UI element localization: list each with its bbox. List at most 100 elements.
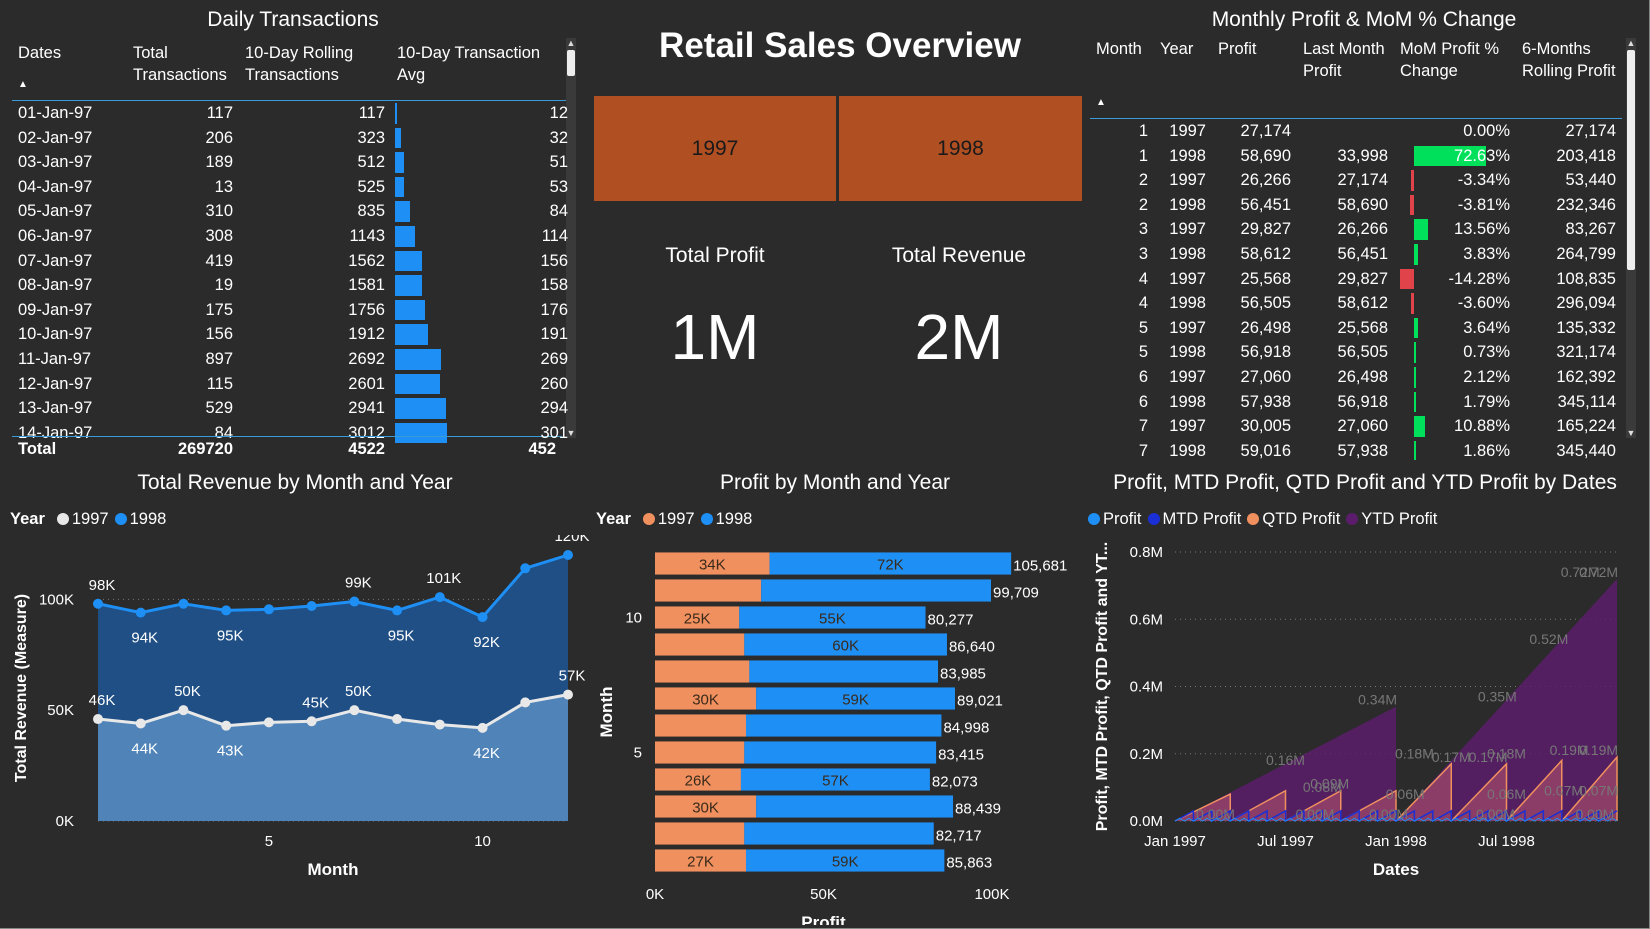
year-slicer-1998[interactable]: 1998 (839, 96, 1082, 201)
data-point (563, 689, 573, 700)
table-cell: 165,224 (1556, 417, 1616, 436)
table-cell: 1562 (348, 251, 385, 270)
total-transactions: 269720 (177, 439, 233, 458)
table-row[interactable]: 02-Jan-97 206 323 32 (12, 126, 574, 151)
data-label: 43K (217, 743, 244, 760)
x-tick-label: Jan 1998 (1365, 833, 1427, 850)
col-total-transactions[interactable]: Total Transactions (127, 38, 239, 101)
table-cell: 12-Jan-97 (18, 374, 93, 393)
scroll-thumb[interactable] (1627, 50, 1635, 270)
table-row[interactable]: 4 1998 56,505 58,612 -3.60% 296,094 (1090, 291, 1622, 316)
legend-label-1997[interactable]: 1997 (658, 510, 695, 528)
year-slicer-1997[interactable]: 1997 (594, 96, 836, 201)
y-axis-title: Profit, MTD Profit, QTD Profit and YT... (1094, 542, 1111, 831)
avg-value: 53 (549, 177, 568, 196)
table-cell: 25,568 (1240, 269, 1291, 288)
scroll-thumb[interactable] (567, 50, 575, 76)
col-10day-avg[interactable]: 10-Day Transaction Avg (391, 38, 574, 101)
table-row[interactable]: 06-Jan-97 308 1143 114 (12, 224, 574, 249)
mom-positive-bar (1414, 391, 1417, 413)
table-row[interactable]: 11-Jan-97 897 2692 269 (12, 347, 574, 372)
scroll-down-icon[interactable]: ▼ (1626, 428, 1636, 438)
segment-label: 59K (832, 854, 859, 871)
table-row[interactable]: 05-Jan-97 310 835 84 (12, 199, 574, 224)
avg-bar-cell: 51 (391, 150, 574, 175)
data-label: 0.07M (1579, 782, 1618, 798)
table-cell: 175 (205, 300, 233, 319)
table-row[interactable]: 09-Jan-97 175 1756 176 (12, 298, 574, 323)
col-profit[interactable]: Profit (1212, 34, 1297, 119)
table-cell: 203,418 (1556, 146, 1616, 165)
table-row[interactable]: 4 1997 25,568 29,827 -14.28% 108,835 (1090, 267, 1622, 292)
table-row[interactable]: 5 1997 26,498 25,568 3.64% 135,332 (1090, 316, 1622, 341)
table-cell: 264,799 (1556, 244, 1616, 263)
table-row[interactable]: 6 1997 27,060 26,498 2.12% 162,392 (1090, 365, 1622, 390)
table-cell: 1998 (1169, 343, 1206, 362)
col-year[interactable]: Year (1154, 34, 1212, 119)
avg-value: 176 (540, 300, 568, 319)
table-row[interactable]: 2 1998 56,451 58,690 -3.81% 232,346 (1090, 193, 1622, 218)
table-row[interactable]: 04-Jan-97 13 525 53 (12, 175, 574, 200)
table-row[interactable]: 03-Jan-97 189 512 51 (12, 150, 574, 175)
table-cell: 232,346 (1556, 195, 1616, 214)
table-row[interactable]: 07-Jan-97 419 1562 156 (12, 249, 574, 274)
dashboard: Daily Transactions Dates ▲ Total Transact… (0, 0, 1650, 929)
table-row[interactable]: 7 1997 30,005 27,060 10.88% 165,224 (1090, 414, 1622, 439)
table-cell: 1998 (1169, 195, 1206, 214)
table-cell: 1997 (1169, 122, 1206, 140)
table-row[interactable]: 01-Jan-97 117 117 12 (12, 101, 574, 126)
legend-dot-mtd (1147, 513, 1160, 525)
segment-label: 30K (692, 800, 719, 817)
scroll-up-icon[interactable]: ▲ (1626, 38, 1636, 48)
monthly-profit-scrollbar[interactable]: ▲ ▼ (1626, 38, 1636, 438)
legend-label-1998[interactable]: 1998 (130, 510, 167, 528)
table-row[interactable]: 1 1997 27,174 0.00% 27,174 (1090, 119, 1622, 144)
table-row[interactable]: 3 1998 58,612 56,451 3.83% 264,799 (1090, 242, 1622, 267)
table-row[interactable]: 7 1998 59,016 57,938 1.86% 345,440 (1090, 439, 1622, 460)
legend-label-profit[interactable]: Profit (1103, 510, 1142, 528)
table-cell: 1998 (1169, 392, 1206, 411)
col-10day-rolling[interactable]: 10-Day Rolling Transactions (239, 38, 391, 101)
legend-dot-1998 (700, 513, 713, 525)
table-cell: 27,060 (1240, 367, 1291, 386)
table-row[interactable]: 3 1997 29,827 26,266 13.56% 83,267 (1090, 217, 1622, 242)
legend-label-1998[interactable]: 1998 (716, 510, 753, 528)
total-label: 86,640 (949, 639, 995, 656)
data-label: 0.06M (1487, 786, 1526, 802)
table-row[interactable]: 10-Jan-97 156 1912 191 (12, 322, 574, 347)
total-label: 85,863 (946, 855, 992, 872)
table-row[interactable]: 13-Jan-97 529 2941 294 (12, 396, 574, 421)
total-label: Total (18, 439, 57, 458)
data-label: 92K (473, 634, 500, 651)
data-point (178, 705, 189, 716)
legend-label-qtd[interactable]: QTD Profit (1262, 510, 1340, 528)
avg-value: 191 (540, 325, 568, 344)
table-cell: 33,998 (1337, 146, 1388, 165)
data-label: 0.00M (1296, 806, 1335, 822)
col-month[interactable]: Month ▲ (1090, 34, 1154, 119)
table-row[interactable]: 12-Jan-97 115 2601 260 (12, 372, 574, 397)
table-row[interactable]: 5 1998 56,918 56,505 0.73% 321,174 (1090, 340, 1622, 365)
table-row[interactable]: 6 1998 57,938 56,918 1.79% 345,114 (1090, 390, 1622, 415)
table-row[interactable]: 08-Jan-97 19 1581 158 (12, 273, 574, 298)
table-cell: 27,060 (1337, 417, 1388, 436)
data-point (392, 605, 403, 616)
legend-label-ytd[interactable]: YTD Profit (1361, 510, 1437, 528)
legend-label-mtd[interactable]: MTD Profit (1163, 510, 1242, 528)
table-cell: 1143 (349, 226, 385, 245)
scroll-up-icon[interactable]: ▲ (566, 38, 576, 48)
data-label: 0.16M (1266, 752, 1305, 768)
col-dates[interactable]: Dates ▲ (12, 38, 127, 101)
table-cell: 06-Jan-97 (18, 226, 93, 245)
col-mom-change[interactable]: MoM Profit % Change (1394, 34, 1516, 119)
col-last-month-profit[interactable]: Last Month Profit (1297, 34, 1394, 119)
legend-label-1997[interactable]: 1997 (72, 510, 109, 528)
y-tick-label: 0K (56, 813, 74, 830)
mom-cell: 0.00% (1394, 119, 1516, 144)
total-revenue-label: Total Revenue (891, 244, 1027, 267)
table-row[interactable]: 1 1998 58,690 33,998 72.63% 203,418 (1090, 144, 1622, 169)
table-cell: 7 (1138, 441, 1148, 460)
table-cell: 3 (1138, 220, 1148, 239)
col-6month-rolling[interactable]: 6-Months Rolling Profit (1516, 34, 1622, 119)
table-row[interactable]: 2 1997 26,266 27,174 -3.34% 53,440 (1090, 168, 1622, 193)
